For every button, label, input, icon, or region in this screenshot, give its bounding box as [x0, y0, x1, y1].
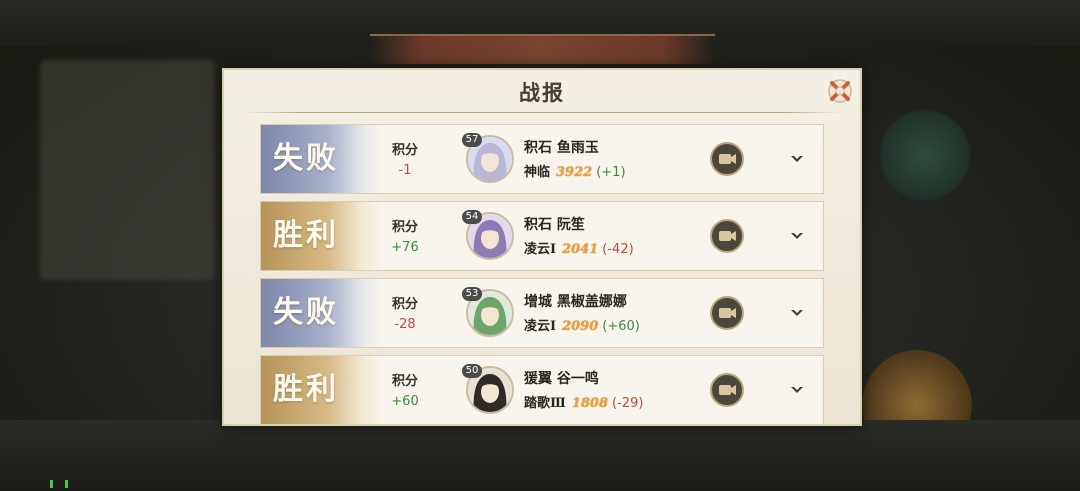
- chevron-down-icon: [791, 233, 803, 239]
- rating-delta: (+60): [602, 319, 640, 334]
- replay-button[interactable]: [710, 373, 744, 407]
- result-text: 失败: [273, 295, 339, 330]
- score-label: 积分: [391, 297, 418, 312]
- expand-button[interactable]: [787, 151, 807, 167]
- expand-button[interactable]: [787, 305, 807, 321]
- score-label: 积分: [391, 220, 418, 235]
- battle-record-row[interactable]: 失败 积分 -1 57 积石 鱼雨玉 神临 3922 (+1): [260, 124, 824, 194]
- dialog-title: 战报: [519, 80, 565, 105]
- video-camera-icon: [719, 231, 736, 241]
- rank-line: 凌云Ⅰ 2041 (-42): [524, 238, 634, 257]
- score-delta: -1: [398, 163, 412, 178]
- result-banner: 胜利: [261, 202, 381, 270]
- result-text: 胜利: [273, 218, 339, 253]
- battle-report-dialog: 战报 失败 积分 -1 57 积石 鱼雨玉 神临 3922 (+1) 胜利 积分…: [222, 68, 862, 426]
- rating-value: 2090: [562, 319, 599, 334]
- rank-line: 神临 3922 (+1): [524, 161, 626, 180]
- rank-line: 踏歌Ⅲ 1808 (-29): [524, 392, 643, 411]
- battle-record-list[interactable]: 失败 积分 -1 57 积石 鱼雨玉 神临 3922 (+1) 胜利 积分 +7…: [260, 124, 826, 424]
- replay-button[interactable]: [710, 296, 744, 330]
- signal-icon: [50, 480, 68, 488]
- rating-delta: (+1): [596, 165, 626, 180]
- battle-record-row[interactable]: 失败 积分 -28 53 增城 黑椒盖娜娜 凌云Ⅰ 2090 (+60): [260, 278, 824, 348]
- result-text: 胜利: [273, 372, 339, 407]
- video-camera-icon: [719, 154, 736, 164]
- close-icon: [828, 79, 852, 103]
- battle-record-row[interactable]: 胜利 积分 +76 54 积石 阮笙 凌云Ⅰ 2041 (-42): [260, 201, 824, 271]
- opponent-name: 增城 黑椒盖娜娜: [524, 294, 627, 310]
- title-divider: [242, 112, 842, 113]
- replay-button[interactable]: [710, 219, 744, 253]
- rating-value: 3922: [556, 165, 593, 180]
- score-delta: -28: [394, 317, 416, 332]
- chevron-down-icon: [791, 310, 803, 316]
- result-banner: 失败: [261, 125, 381, 193]
- video-camera-icon: [719, 308, 736, 318]
- rating-delta: (-42): [602, 242, 634, 257]
- expand-button[interactable]: [787, 228, 807, 244]
- rank-name: 踏歌Ⅲ: [524, 396, 566, 411]
- background-left-panel: [40, 60, 215, 280]
- result-banner: 胜利: [261, 356, 381, 424]
- rating-value: 1808: [571, 396, 609, 411]
- result-banner: 失败: [261, 279, 381, 347]
- background-emblem: [880, 110, 970, 200]
- chevron-down-icon: [791, 387, 803, 393]
- video-camera-icon: [719, 385, 736, 395]
- score-label: 积分: [391, 143, 418, 158]
- score-delta: +60: [391, 394, 419, 409]
- level-badge: 50: [462, 364, 482, 378]
- level-badge: 53: [462, 287, 482, 301]
- rank-name: 凌云Ⅰ: [524, 242, 557, 257]
- level-badge: 54: [462, 210, 482, 224]
- background-bottom-bar: [0, 420, 1080, 491]
- level-badge: 57: [462, 133, 482, 147]
- rank-line: 凌云Ⅰ 2090 (+60): [524, 315, 640, 334]
- score-label: 积分: [391, 374, 418, 389]
- result-text: 失败: [273, 141, 339, 176]
- rating-value: 2041: [562, 242, 599, 257]
- expand-button[interactable]: [787, 382, 807, 398]
- replay-button[interactable]: [710, 142, 744, 176]
- rank-name: 凌云Ⅰ: [524, 319, 557, 334]
- score-delta: +76: [391, 240, 419, 255]
- opponent-name: 积石 阮笙: [524, 217, 585, 233]
- rating-delta: (-29): [612, 396, 644, 411]
- chevron-down-icon: [791, 156, 803, 162]
- opponent-name: 猨翼 谷一鸣: [524, 371, 599, 387]
- close-button[interactable]: [827, 78, 853, 104]
- opponent-name: 积石 鱼雨玉: [524, 140, 599, 156]
- rank-name: 神临: [524, 165, 551, 180]
- background-banner: [370, 34, 715, 64]
- battle-record-row[interactable]: 胜利 积分 +60 50 猨翼 谷一鸣 踏歌Ⅲ 1808 (-29): [260, 355, 824, 424]
